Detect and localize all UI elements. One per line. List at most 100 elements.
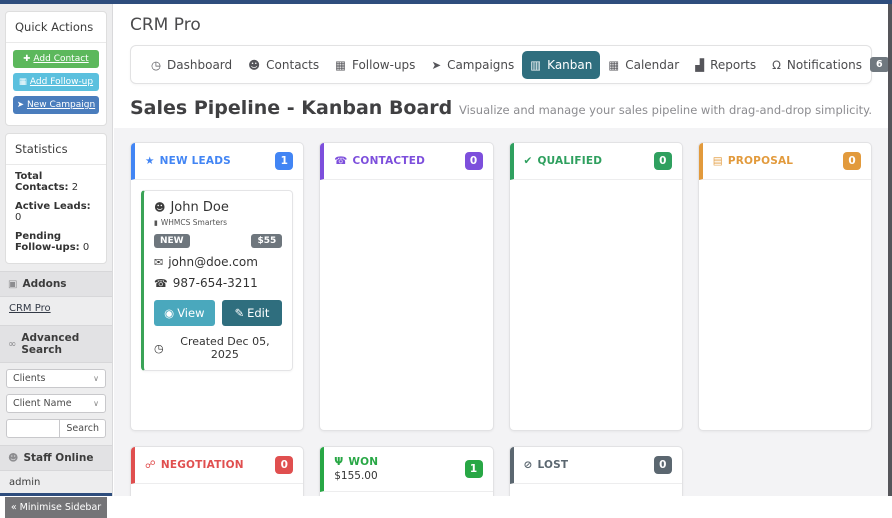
statistics-title: Statistics <box>6 134 106 165</box>
column-header: ▤PROPOSAL 0 <box>699 143 871 180</box>
calendar-icon: ▦ <box>608 58 619 72</box>
search-input[interactable] <box>6 419 60 438</box>
advanced-search-title: Advanced Search <box>21 332 104 356</box>
tab-notifications[interactable]: ΩNotifications6 <box>764 50 888 79</box>
column-title: ✔QUALIFIED <box>524 155 603 167</box>
column-header: ⊘LOST0 <box>510 447 682 484</box>
view-button[interactable]: ◉ View <box>154 300 215 326</box>
kanban-column-negotiation: ☍NEGOTIATION 0 <box>130 446 304 496</box>
lead-created: Created Dec 05, 2025 <box>168 335 283 361</box>
new-campaign-button[interactable]: ➤New Campaign <box>13 96 99 114</box>
kanban-icon: ▥ <box>530 58 541 72</box>
tab-follow-ups[interactable]: ▦ Follow-ups <box>327 51 423 79</box>
kanban-board: ★NEW LEADS 1 ☻ John Doe ▮ WHMCS Smarters … <box>114 128 888 496</box>
column-body <box>320 492 492 496</box>
addons-header[interactable]: ▣ Addons <box>0 271 112 297</box>
quick-actions-panel: Quick Actions ✚Add Contact ▦Add Follow-up… <box>5 11 107 126</box>
clock-icon: ◷ <box>154 342 164 355</box>
column-count-badge: 0 <box>843 152 861 170</box>
page-subtitle: Visualize and manage your sales pipeline… <box>459 103 872 117</box>
search-category-select[interactable]: Clients ∨ <box>6 369 106 388</box>
column-count-badge: 0 <box>654 152 672 170</box>
lead-company: WHMCS Smarters <box>161 218 227 227</box>
app-title: CRM Pro <box>114 4 888 39</box>
ban-icon: ⊘ <box>524 459 533 471</box>
column-body: ☻ John Doe ▮ WHMCS Smarters NEW $55 ✉ jo… <box>131 180 303 430</box>
advanced-search-header[interactable]: ∞ Advanced Search <box>0 325 112 363</box>
tab-calendar[interactable]: ▦ Calendar <box>600 51 687 79</box>
bell-icon: Ω <box>772 58 781 72</box>
column-count-badge: 1 <box>465 460 483 478</box>
main-nav: ◷Dashboard ☻ Contacts ▦ Follow-ups ➤ Campaigns… <box>130 45 872 84</box>
phone-icon: ☎ <box>154 277 168 290</box>
column-title: ☎CONTACTED <box>334 155 425 167</box>
tab-label: Calendar <box>625 58 679 72</box>
column-title: ▤PROPOSAL <box>713 155 793 167</box>
view-button-label: View <box>177 306 204 320</box>
search-field-value: Client Name <box>13 398 72 409</box>
tab-dashboard[interactable]: ◷Dashboard <box>143 51 240 79</box>
value-badge: $55 <box>251 234 282 248</box>
add-contact-button[interactable]: ✚Add Contact <box>13 50 99 68</box>
tab-label: Contacts <box>266 58 319 72</box>
column-count-badge: 0 <box>275 456 293 474</box>
tab-label: Reports <box>710 58 756 72</box>
column-body <box>320 180 492 430</box>
kanban-column-proposal: ▤PROPOSAL 0 <box>698 142 872 431</box>
chevron-down-icon: ∨ <box>93 399 99 408</box>
column-total-value: $155.00 <box>334 470 378 482</box>
statistics-panel: Statistics Total Contacts: 2Active Leads… <box>5 133 107 264</box>
column-title: ☍NEGOTIATION <box>145 459 244 471</box>
lead-name: John Doe <box>170 200 228 215</box>
kanban-column-lost: ⊘LOST0 <box>509 446 683 496</box>
kanban-column-won: ΨWON $155.00 1 <box>319 446 493 496</box>
tab-label: Follow-ups <box>352 58 415 72</box>
column-count-badge: 0 <box>654 456 672 474</box>
tab-label: Notifications <box>787 58 862 72</box>
building-icon: ▮ <box>154 219 158 227</box>
column-body <box>510 180 682 430</box>
column-header: ★NEW LEADS 1 <box>131 143 303 180</box>
edit-button-label: Edit <box>247 306 269 320</box>
scrollbar[interactable] <box>888 4 892 496</box>
minimise-sidebar-button[interactable]: « Minimise Sidebar <box>5 497 107 518</box>
column-body <box>131 484 303 496</box>
column-title: ★NEW LEADS <box>145 155 231 167</box>
search-button[interactable]: Search <box>60 419 106 438</box>
edit-button[interactable]: ✎ Edit <box>222 300 283 326</box>
tab-reports[interactable]: ▟Reports <box>687 51 764 79</box>
quick-action-label: New Campaign <box>27 100 95 110</box>
column-body <box>510 484 682 496</box>
search-field-select[interactable]: Client Name ∨ <box>6 394 106 413</box>
statistic-item: Active Leads: 0 <box>6 197 106 227</box>
staff-online-user: admin <box>0 471 112 492</box>
phone-icon: ☎ <box>334 155 347 167</box>
column-header: ☎CONTACTED 0 <box>320 143 492 180</box>
tab-campaigns[interactable]: ➤ Campaigns <box>423 51 522 79</box>
column-count-badge: 1 <box>275 152 293 170</box>
edit-icon: ✎ <box>234 306 244 320</box>
staff-online-header[interactable]: ☻ Staff Online <box>0 445 112 471</box>
quick-actions-title: Quick Actions <box>6 12 106 43</box>
person-icon: ☻ <box>154 201 165 214</box>
handshake-icon: ☍ <box>145 459 156 471</box>
quick-action-label: Add Follow-up <box>30 77 93 87</box>
calendar-icon: ▦ <box>335 58 346 72</box>
users-icon: ☻ <box>248 58 260 72</box>
top-window-bar <box>0 0 892 4</box>
staff-icon: ☻ <box>8 453 18 464</box>
quick-action-label: Add Contact <box>33 54 88 64</box>
tab-contacts[interactable]: ☻ Contacts <box>240 51 327 79</box>
megaphone-icon: ➤ <box>17 100 24 110</box>
column-count-badge: 0 <box>465 152 483 170</box>
tab-label: Campaigns <box>447 58 514 72</box>
tab-label: Dashboard <box>167 58 232 72</box>
tab-kanban[interactable]: ▥Kanban <box>522 51 600 79</box>
trophy-icon: Ψ <box>334 456 343 468</box>
megaphone-icon: ➤ <box>431 58 441 72</box>
statistic-item: Pending Follow-ups: 0 <box>6 227 106 257</box>
lead-card[interactable]: ☻ John Doe ▮ WHMCS Smarters NEW $55 ✉ jo… <box>141 190 293 371</box>
addon-link-crm-pro[interactable]: CRM Pro <box>0 297 112 318</box>
add-follow-up-button[interactable]: ▦Add Follow-up <box>13 73 99 91</box>
column-title: ΨWON <box>334 456 378 468</box>
